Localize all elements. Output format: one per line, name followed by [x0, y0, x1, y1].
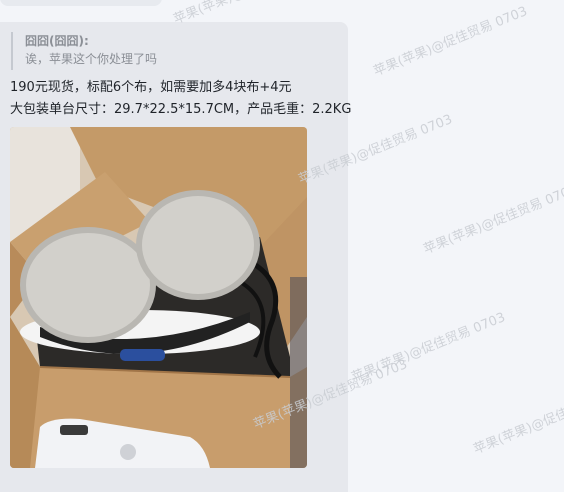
quoted-reply[interactable]: 囧囧(囧囧): 诶，苹果这个你处理了吗 — [11, 32, 205, 70]
quote-author: 囧囧(囧囧): — [25, 34, 89, 48]
quote-text: 诶，苹果这个你处理了吗 — [25, 52, 158, 66]
watermark-text: 苹果(苹果)@促佳贸易 0703 — [421, 182, 564, 258]
previous-message-bubble — [0, 0, 162, 6]
message-line-size: 大包装单台尺寸：29.7*22.5*15.7CM，产品毛重：2.2KG — [10, 102, 352, 117]
watermark-text: 苹果(苹果)@促佳贸易 0703 — [371, 4, 530, 80]
watermark-text: 苹果(苹果)@促佳贸易 0703 — [471, 382, 564, 458]
message-line-price: 190元现货，标配6个布，如需要加多4块布+4元 — [10, 80, 292, 95]
